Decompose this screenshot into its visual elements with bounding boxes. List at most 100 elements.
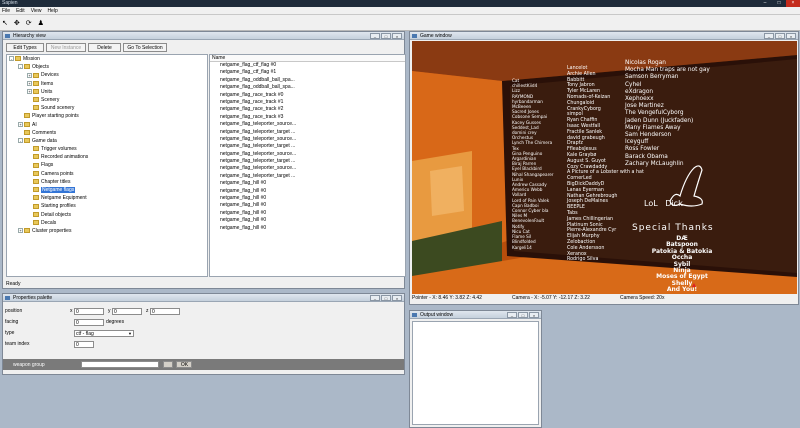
output-log[interactable] xyxy=(412,321,539,425)
expand-icon[interactable]: + xyxy=(18,228,23,234)
tree-node[interactable]: Trigger volumes xyxy=(7,145,207,153)
tree-node[interactable]: - Game data xyxy=(7,137,207,145)
status-text: Ready xyxy=(6,281,21,287)
tree-node[interactable]: Comments xyxy=(7,129,207,137)
tree-node[interactable]: Chapter titles xyxy=(7,178,207,186)
list-item[interactable]: netgame_flag_ctf_flag #0 xyxy=(210,62,405,69)
expand-icon[interactable]: + xyxy=(27,88,32,94)
list-item[interactable]: netgame_flag_ctf_flag #1 xyxy=(210,69,405,76)
list-item[interactable]: netgame_flag_teleporter_target ... xyxy=(210,129,405,136)
folder-icon xyxy=(24,228,30,234)
tree-node[interactable]: Scenery xyxy=(7,96,207,104)
list-item[interactable]: netgame_flag_teleporter_source... xyxy=(210,121,405,128)
close-icon[interactable]: × xyxy=(392,33,402,39)
minimize-icon[interactable]: – xyxy=(764,33,774,39)
tree-node[interactable]: Player starting points xyxy=(7,112,207,120)
delete-button[interactable]: Delete xyxy=(88,43,121,52)
team-index-input[interactable]: 0 xyxy=(74,341,94,348)
edit-types-button[interactable]: Edit Types xyxy=(6,43,44,52)
tree-node[interactable]: + AI xyxy=(7,121,207,129)
close-icon[interactable]: × xyxy=(529,312,539,318)
close-icon[interactable]: × xyxy=(786,33,796,39)
close-icon[interactable]: × xyxy=(392,295,402,301)
list-item[interactable]: netgame_flag_teleporter_source... xyxy=(210,165,405,172)
expand-icon[interactable]: + xyxy=(27,80,32,86)
move-tool-icon[interactable]: ✥ xyxy=(14,19,20,27)
list-item[interactable]: netgame_flag_teleporter_source... xyxy=(210,136,405,143)
list-item[interactable]: netgame_flag_hill #0 xyxy=(210,188,405,195)
tree-node[interactable]: Netgame flags xyxy=(7,186,207,194)
weapon-group-input[interactable] xyxy=(81,361,159,368)
tree-node[interactable]: + Devices xyxy=(7,71,207,79)
position-z-input[interactable]: 0 xyxy=(150,308,180,315)
collapse-icon[interactable]: - xyxy=(9,56,14,62)
tree-node[interactable]: - Mission xyxy=(7,55,207,63)
restore-icon[interactable]: □ xyxy=(381,33,391,39)
folder-icon xyxy=(33,97,39,103)
restore-icon[interactable]: □ xyxy=(775,33,785,39)
expand-icon[interactable]: + xyxy=(27,72,32,78)
restore-icon[interactable]: □ xyxy=(381,295,391,301)
collapse-icon[interactable]: - xyxy=(18,138,23,144)
tree-node[interactable]: - Objects xyxy=(7,63,207,71)
tree-node[interactable]: Detail objects xyxy=(7,211,207,219)
list-item[interactable]: netgame_flag_hill #0 xyxy=(210,195,405,202)
minimize-icon[interactable]: – xyxy=(370,33,380,39)
rotate-tool-icon[interactable]: ⟳ xyxy=(26,19,32,27)
chevron-down-icon: ▼ xyxy=(128,331,132,336)
special-thanks-title: Special Thanks xyxy=(632,223,714,233)
player-tool-icon[interactable]: ♟ xyxy=(38,19,44,27)
list-item[interactable]: netgame_flag_teleporter_target ... xyxy=(210,158,405,165)
tree-node[interactable]: Flags xyxy=(7,161,207,169)
list-header-name[interactable]: Name xyxy=(210,55,405,62)
list-item[interactable]: netgame_flag_race_track #0 xyxy=(210,92,405,99)
list-item[interactable]: netgame_flag_hill #0 xyxy=(210,210,405,217)
list-item[interactable]: netgame_flag_hill #0 xyxy=(210,180,405,187)
list-item[interactable]: netgame_flag_hill #0 xyxy=(210,202,405,209)
weapon-group-ok-button[interactable]: OK xyxy=(176,361,192,368)
list-item[interactable]: netgame_flag_hill #0 xyxy=(210,217,405,224)
minimize-icon[interactable]: – xyxy=(507,312,517,318)
list-item[interactable]: netgame_flag_race_track #3 xyxy=(210,114,405,121)
tree-node[interactable]: Sound scenery xyxy=(7,104,207,112)
game-viewport[interactable]: Cat chillestKiid4 Lizz RAYMOND hyrbandar… xyxy=(412,41,797,294)
position-y-input[interactable]: 0 xyxy=(112,308,142,315)
list-item[interactable]: netgame_flag_teleporter_target ... xyxy=(210,143,405,150)
hierarchy-tree[interactable]: - Mission - Objects + Devices + Items + Units Scen… xyxy=(6,54,208,277)
tree-node[interactable]: Camera points xyxy=(7,170,207,178)
tree-node[interactable]: Netgame Equipment xyxy=(7,194,207,202)
list-item[interactable]: netgame_flag_teleporter_source... xyxy=(210,151,405,158)
minimize-icon[interactable]: – xyxy=(758,0,772,7)
weapon-group-browse-button[interactable] xyxy=(163,361,173,368)
menu-file[interactable]: File xyxy=(2,7,10,14)
list-item[interactable]: netgame_flag_race_track #1 xyxy=(210,99,405,106)
close-icon[interactable]: × xyxy=(786,0,800,7)
tree-node[interactable]: Starting profiles xyxy=(7,202,207,210)
restore-icon[interactable]: □ xyxy=(518,312,528,318)
facing-input[interactable]: 0 xyxy=(74,319,104,326)
list-item[interactable]: netgame_flag_race_track #2 xyxy=(210,106,405,113)
collapse-icon[interactable]: - xyxy=(18,64,23,70)
menu-view[interactable]: View xyxy=(31,7,42,14)
new-instance-button[interactable]: New Instance xyxy=(46,43,86,52)
player-spawn-marker[interactable] xyxy=(692,283,696,287)
list-item[interactable]: netgame_flag_hill #0 xyxy=(210,225,405,232)
tree-node[interactable]: Recorded animations xyxy=(7,153,207,161)
tree-node[interactable]: + Items xyxy=(7,80,207,88)
minimize-icon[interactable]: – xyxy=(370,295,380,301)
type-select[interactable]: ctf - flag ▼ xyxy=(74,330,134,337)
menu-edit[interactable]: Edit xyxy=(16,7,25,14)
tree-node[interactable]: + Cluster properties xyxy=(7,227,207,235)
pointer-tool-icon[interactable]: ↖ xyxy=(2,19,8,27)
maximize-icon[interactable]: □ xyxy=(772,0,786,7)
tree-node[interactable]: Decals xyxy=(7,219,207,227)
expand-icon[interactable]: + xyxy=(18,121,23,127)
go-to-selection-button[interactable]: Go To Selection xyxy=(123,43,167,52)
list-item[interactable]: netgame_flag_oddball_ball_spa... xyxy=(210,77,405,84)
menu-help[interactable]: Help xyxy=(47,7,57,14)
instance-list[interactable]: Name netgame_flag_ctf_flag #0 netgame_fla… xyxy=(209,54,406,277)
list-item[interactable]: netgame_flag_teleporter_target ... xyxy=(210,173,405,180)
list-item[interactable]: netgame_flag_oddball_ball_spa... xyxy=(210,84,405,91)
tree-node[interactable]: + Units xyxy=(7,88,207,96)
position-x-input[interactable]: 0 xyxy=(74,308,104,315)
